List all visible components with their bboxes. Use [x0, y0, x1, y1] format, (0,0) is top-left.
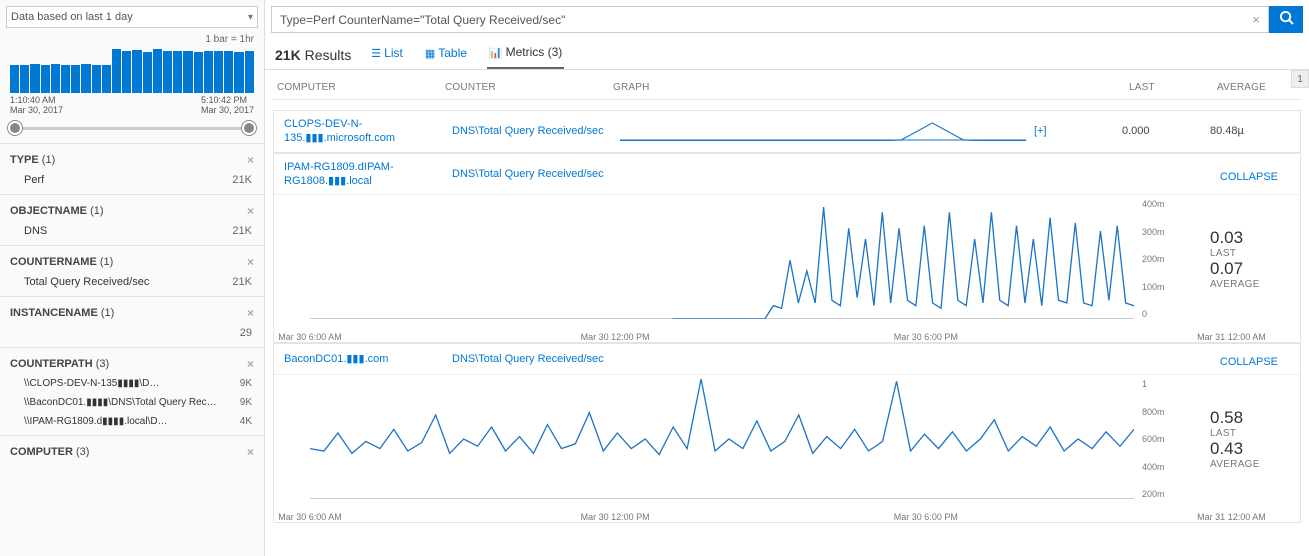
list-icon: ☰: [371, 47, 381, 60]
bar-hint: 1 bar = 1hr: [0, 34, 264, 47]
facet-value[interactable]: 29: [10, 323, 254, 343]
counter-link[interactable]: DNS\Total Query Received/sec: [452, 353, 612, 365]
facet-value[interactable]: Total Query Received/sec21K: [10, 272, 254, 292]
time-range-label: Data based on last 1 day: [11, 11, 133, 23]
tab-table[interactable]: ▦ Table: [423, 42, 469, 68]
close-icon[interactable]: ×: [247, 153, 254, 167]
histo-start-time: 1:10:40 AM: [10, 95, 63, 105]
filter-sidebar: Data based on last 1 day ▾ 1 bar = 1hr 1…: [0, 0, 265, 556]
y-axis: 1800m600m400m200m: [1142, 379, 1202, 499]
slider-handle-start[interactable]: [8, 121, 22, 135]
results-count: 21K Results: [275, 47, 351, 63]
results-tabs: 21K Results ☰ List ▦ Table 📊 Metrics (3): [265, 33, 1309, 70]
facet-value[interactable]: DNS21K: [10, 221, 254, 241]
facet-value[interactable]: Perf21K: [10, 170, 254, 190]
computer-link[interactable]: BaconDC01.▮▮▮.com: [284, 352, 444, 366]
facet-type: TYPE (1)×Perf21K: [0, 143, 264, 194]
close-icon[interactable]: ×: [247, 255, 254, 269]
time-range-slider[interactable]: [10, 119, 254, 137]
search-bar: Type=Perf CounterName="Total Query Recei…: [271, 6, 1303, 33]
hdr-average: AVERAGE: [1217, 82, 1297, 93]
facet-counterpath: COUNTERPATH (3)×\\CLOPS-DEV-N-135▮▮▮▮\D……: [0, 347, 264, 435]
counter-link[interactable]: DNS\Total Query Received/sec: [452, 125, 612, 137]
facet-value[interactable]: \\IPAM-RG1809.d▮▮▮▮.local\D…4K: [10, 412, 254, 431]
search-button[interactable]: [1269, 6, 1303, 33]
stat-block: 0.03LAST0.07AVERAGE: [1210, 228, 1290, 290]
metric-entry: IPAM-RG1809.dIPAM-RG1808.▮▮▮.local DNS\To…: [273, 153, 1301, 344]
metric-entry: CLOPS-DEV-N-135.▮▮▮.microsoft.com DNS\Tot…: [273, 110, 1301, 153]
close-icon[interactable]: ×: [247, 306, 254, 320]
facet-header[interactable]: INSTANCENAME (1)×: [10, 303, 254, 323]
search-icon: [1279, 10, 1294, 29]
close-icon[interactable]: ×: [247, 204, 254, 218]
facet-value[interactable]: \\BaconDC01.▮▮▮▮\DNS\Total Query Rec…9K: [10, 393, 254, 412]
y-axis: 400m300m200m100m0: [1142, 199, 1202, 319]
metrics-icon: 📊: [489, 46, 503, 59]
sparkline: [620, 121, 1026, 141]
close-icon[interactable]: ×: [247, 445, 254, 459]
main-content: Type=Perf CounterName="Total Query Recei…: [265, 0, 1309, 556]
computer-link[interactable]: IPAM-RG1809.dIPAM-RG1808.▮▮▮.local: [284, 160, 444, 189]
computer-link[interactable]: CLOPS-DEV-N-135.▮▮▮.microsoft.com: [284, 117, 444, 146]
facet-countername: COUNTERNAME (1)×Total Query Received/sec…: [0, 245, 264, 296]
facet-header[interactable]: COMPUTER (3)×: [10, 442, 254, 462]
histogram-chart: [0, 47, 264, 95]
facet-header[interactable]: TYPE (1)×: [10, 150, 254, 170]
time-range-select[interactable]: Data based on last 1 day ▾: [6, 6, 258, 28]
hdr-computer: COMPUTER: [277, 82, 437, 93]
metric-entry: BaconDC01.▮▮▮.com DNS\Total Query Receive…: [273, 343, 1301, 523]
facet-computer: COMPUTER (3)×: [0, 435, 264, 466]
line-chart: [310, 199, 1134, 319]
close-icon[interactable]: ×: [247, 357, 254, 371]
search-query-text: Type=Perf CounterName="Total Query Recei…: [280, 13, 565, 27]
zoom-toggle[interactable]: [+]: [1034, 125, 1114, 137]
page-indicator[interactable]: 1: [1291, 70, 1309, 88]
collapse-button[interactable]: COLLAPSE: [1208, 350, 1290, 368]
tab-metrics[interactable]: 📊 Metrics (3): [487, 41, 564, 69]
facet-header[interactable]: COUNTERPATH (3)×: [10, 354, 254, 374]
tab-list[interactable]: ☰ List: [369, 42, 405, 68]
slider-handle-end[interactable]: [242, 121, 256, 135]
stat-last: 0.000: [1122, 125, 1202, 137]
facet-objectname: OBJECTNAME (1)×DNS21K: [0, 194, 264, 245]
table-icon: ▦: [425, 47, 435, 60]
histo-end-date: Mar 30, 2017: [201, 105, 254, 115]
hdr-last: LAST: [1129, 82, 1209, 93]
records-container: 1 COMPUTER COUNTER GRAPH LAST AVERAGE CL…: [265, 70, 1309, 556]
histogram-labels: 1:10:40 AM Mar 30, 2017 5:10:42 PM Mar 3…: [0, 95, 264, 119]
chevron-down-icon: ▾: [248, 12, 253, 23]
facet-header[interactable]: COUNTERNAME (1)×: [10, 252, 254, 272]
stat-avg: 80.48µ: [1210, 125, 1290, 137]
facet-header[interactable]: OBJECTNAME (1)×: [10, 201, 254, 221]
histo-end-time: 5:10:42 PM: [201, 95, 254, 105]
column-headers: COMPUTER COUNTER GRAPH LAST AVERAGE: [273, 76, 1301, 100]
facet-value[interactable]: \\CLOPS-DEV-N-135▮▮▮▮\D…9K: [10, 374, 254, 393]
stat-block: 0.58LAST0.43AVERAGE: [1210, 408, 1290, 470]
counter-link[interactable]: DNS\Total Query Received/sec: [452, 168, 612, 180]
x-axis: Mar 30 6:00 AMMar 30 12:00 PMMar 30 6:00…: [274, 509, 1300, 522]
hdr-graph: GRAPH: [613, 82, 1033, 93]
collapse-button[interactable]: COLLAPSE: [1208, 165, 1290, 183]
facet-instancename: INSTANCENAME (1)× 29: [0, 296, 264, 347]
hdr-counter: COUNTER: [445, 82, 605, 93]
x-axis: Mar 30 6:00 AMMar 30 12:00 PMMar 30 6:00…: [274, 329, 1300, 342]
clear-icon[interactable]: ×: [1252, 12, 1260, 27]
search-input[interactable]: Type=Perf CounterName="Total Query Recei…: [271, 6, 1269, 33]
line-chart: [310, 379, 1134, 499]
histo-start-date: Mar 30, 2017: [10, 105, 63, 115]
